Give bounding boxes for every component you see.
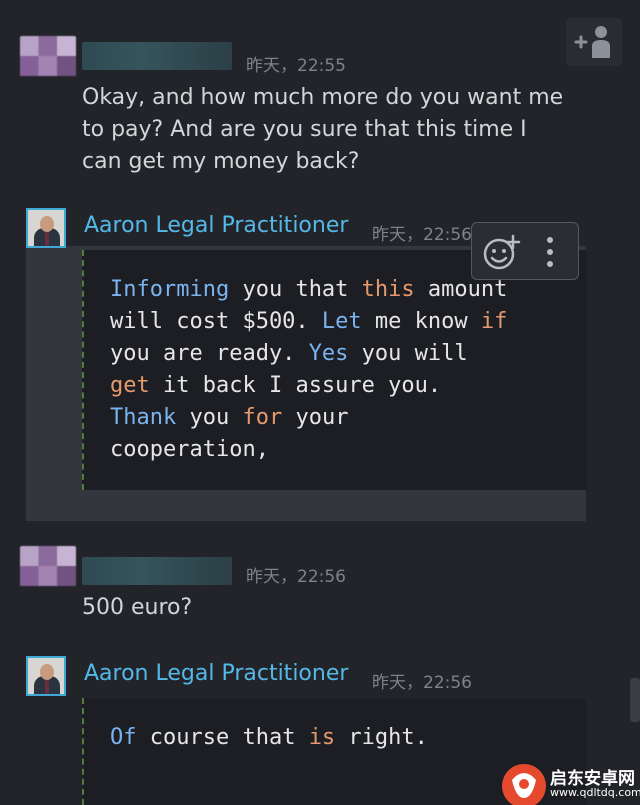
code-line: cooperation, xyxy=(110,434,586,466)
sender-name-redacted[interactable] xyxy=(82,42,232,70)
sender-name-redacted[interactable] xyxy=(82,557,232,585)
code-text: you will xyxy=(348,341,468,366)
message-line: to pay? And are you sure that this time … xyxy=(82,117,527,142)
code-text: will cost $500. xyxy=(110,309,322,334)
code-line: get it back I assure you. xyxy=(110,370,586,402)
code-keyword: Let xyxy=(321,309,362,334)
message-text: Okay, and how much more do you want me t… xyxy=(82,82,563,178)
code-keyword: Yes xyxy=(308,341,349,366)
code-keyword: Of xyxy=(110,725,137,750)
message-timestamp: 昨天，22:56 xyxy=(372,225,472,245)
code-keyword: get xyxy=(110,373,150,398)
code-text: you are ready. xyxy=(110,341,309,366)
code-line: Of course that is right. xyxy=(110,722,586,754)
code-keyword: Thank xyxy=(110,405,177,430)
code-keyword: for xyxy=(242,405,283,430)
message-text: 500 euro? xyxy=(82,595,193,620)
sender-name[interactable]: Aaron Legal Practitioner xyxy=(84,661,348,686)
code-keyword: if xyxy=(480,309,508,334)
message-timestamp: 昨天，22:56 xyxy=(246,567,346,587)
code-keyword: Informing xyxy=(110,277,230,302)
message-timestamp: 昨天，22:55 xyxy=(246,56,346,76)
code-text: me know xyxy=(361,309,481,334)
add-friend-button[interactable] xyxy=(566,18,622,66)
code-text: cooperation, xyxy=(110,437,269,462)
code-text: amount xyxy=(414,277,508,302)
code-text: you xyxy=(176,405,243,430)
avatar[interactable] xyxy=(20,36,76,76)
code-text: you that xyxy=(229,277,362,302)
code-text: it back I assure you. xyxy=(149,373,442,398)
add-friend-icon xyxy=(566,18,622,66)
message-timestamp: 昨天，22:56 xyxy=(372,673,472,693)
code-keyword: is xyxy=(308,725,336,750)
avatar[interactable] xyxy=(26,208,66,248)
code-block: Informing you that this amount will cost … xyxy=(82,250,586,490)
message-hover-menu xyxy=(471,222,579,280)
sender-name[interactable]: Aaron Legal Practitioner xyxy=(84,213,348,238)
more-options-icon[interactable] xyxy=(544,235,556,269)
scrollbar[interactable] xyxy=(630,678,640,722)
avatar[interactable] xyxy=(26,656,66,696)
message-line: can get my money back? xyxy=(82,149,360,174)
code-text: your xyxy=(282,405,349,430)
avatar[interactable] xyxy=(20,546,76,586)
add-reaction-icon[interactable] xyxy=(482,233,522,271)
code-text: course that xyxy=(136,725,309,750)
code-text: right. xyxy=(335,725,428,750)
watermark: 启东安卓网 www.qdltdq.com xyxy=(498,758,640,805)
code-keyword: this xyxy=(361,277,415,302)
code-line: you are ready. Yes you will xyxy=(110,338,586,370)
code-line: will cost $500. Let me know if xyxy=(110,306,586,338)
watermark-url: www.qdltdq.com xyxy=(550,786,640,799)
code-line: Thank you for your xyxy=(110,402,586,434)
message-line: Okay, and how much more do you want me xyxy=(82,85,564,110)
